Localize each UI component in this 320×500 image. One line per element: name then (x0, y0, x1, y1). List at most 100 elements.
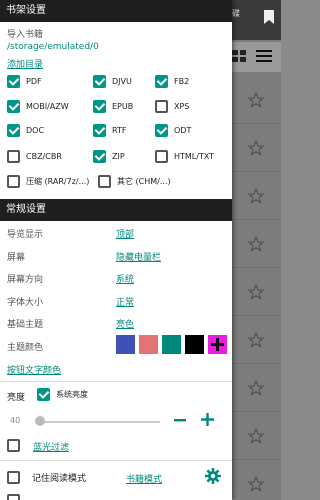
format-checkbox[interactable]: 其它 (CHM/...) (98, 175, 171, 188)
color-swatch-indigo[interactable] (116, 335, 135, 354)
star-icon (248, 332, 264, 348)
format-label: MOBI/AZW (26, 102, 69, 111)
checkbox-unchecked-icon (7, 494, 20, 500)
checkbox-checked-icon (93, 75, 106, 88)
blue-filter-checkbox[interactable] (7, 439, 20, 452)
format-checkbox[interactable]: DOC (7, 124, 44, 137)
format-checkbox[interactable]: MOBI/AZW (7, 100, 69, 113)
brightness-label: 亮度 (7, 393, 26, 403)
setting-row-label: 基础主题 (7, 320, 44, 330)
bookmark-icon (264, 10, 274, 24)
system-brightness-checkbox[interactable]: 系统亮度 (37, 388, 88, 401)
format-checkbox[interactable]: EPUB (93, 100, 133, 113)
checkbox-unchecked-icon (98, 175, 111, 188)
format-checkbox[interactable]: 压缩 (RAR/7z/...) (7, 175, 89, 188)
star-icon (248, 476, 264, 492)
format-label: RTF (112, 126, 127, 135)
divider (0, 381, 232, 382)
settings-panel: 书架设置 导入书籍 /storage/emulated/0 添加目录 PDF DJ… (0, 0, 232, 500)
setting-row-label: 字体大小 (7, 297, 44, 308)
format-checkbox[interactable]: ODT (155, 124, 191, 137)
checkbox-checked-icon (37, 388, 50, 401)
format-checkbox[interactable]: PDF (7, 75, 42, 88)
format-label: 其它 (CHM/...) (117, 177, 171, 186)
setting-row-value[interactable]: 隐藏电量栏 (116, 250, 161, 263)
format-label: 压缩 (RAR/7z/...) (26, 177, 90, 186)
setting-row-label: 导览显示 (7, 230, 44, 240)
checkbox-checked-icon (155, 124, 168, 137)
checkbox-checked-icon (155, 75, 168, 88)
list-menu-icon (256, 50, 272, 62)
checkbox-checked-icon (93, 124, 106, 137)
format-label: CBZ/CBR (26, 152, 62, 161)
format-label: XPS (174, 102, 190, 111)
general-settings-header: 常规设置 (0, 199, 232, 221)
minus-icon[interactable] (174, 418, 186, 422)
theme-color-label: 主题颜色 (7, 343, 44, 353)
star-icon (248, 188, 264, 204)
format-checkbox[interactable]: ZIP (93, 150, 125, 163)
setting-row-value[interactable]: 顶部 (116, 227, 134, 240)
star-icon (248, 92, 264, 108)
plus-brightness-icon[interactable] (201, 413, 214, 426)
grid-view-icon (232, 50, 246, 62)
checkbox-unchecked-icon (7, 150, 20, 163)
format-checkbox[interactable]: XPS (155, 100, 189, 113)
format-checkbox[interactable]: CBZ/CBR (7, 150, 62, 163)
format-checkbox[interactable]: FB2 (155, 75, 189, 88)
checkbox-unchecked-icon (155, 150, 168, 163)
color-swatch-black[interactable] (185, 335, 204, 354)
checkbox-checked-icon (7, 75, 20, 88)
brightness-slider-track[interactable] (40, 421, 160, 423)
star-icon (248, 236, 264, 252)
format-label: ODT (174, 126, 192, 135)
book-mode-link[interactable]: 书籍模式 (126, 472, 162, 485)
format-label: PDF (26, 77, 42, 86)
brightness-value: 40 (10, 416, 21, 425)
star-icon (248, 380, 264, 396)
format-checkbox[interactable]: RTF (93, 124, 126, 137)
format-label: ZIP (112, 152, 125, 161)
color-swatch-red[interactable] (139, 335, 158, 354)
setting-row-value[interactable]: 亮色 (116, 317, 134, 330)
star-icon (248, 284, 264, 300)
shelf-settings-header: 书架设置 (0, 0, 232, 22)
format-checkbox[interactable]: HTML/TXT (155, 150, 214, 163)
gear-icon[interactable] (205, 468, 221, 484)
divider (0, 460, 232, 461)
checkbox-checked-icon (93, 100, 106, 113)
remember-mode-label: 记住阅读模式 (32, 474, 87, 484)
plus-icon (211, 338, 224, 351)
checkbox-unchecked-icon (7, 439, 20, 452)
checkbox-unchecked-icon (7, 471, 20, 484)
remember-mode-checkbox[interactable]: 记住阅读模式 (7, 471, 86, 484)
checkbox-checked-icon (93, 150, 106, 163)
format-label: DOC (26, 126, 45, 135)
setting-row-value[interactable]: 正常 (116, 295, 134, 308)
checkbox-checked-icon (7, 100, 20, 113)
add-color-button[interactable] (208, 335, 227, 354)
system-brightness-label: 系统亮度 (56, 390, 88, 399)
format-label: FB2 (174, 77, 190, 86)
format-label: DJVU (112, 77, 132, 86)
blue-filter-link[interactable]: 蓝光过滤 (33, 440, 69, 453)
checkbox-unchecked-icon (7, 175, 20, 188)
checkbox-unchecked-icon (155, 100, 168, 113)
color-swatch-teal[interactable] (162, 335, 181, 354)
setting-row-value[interactable]: 系统 (116, 272, 134, 285)
star-icon (248, 428, 264, 444)
add-directory-link[interactable]: 添加目录 (7, 57, 43, 70)
format-label: HTML/TXT (174, 152, 215, 161)
button-text-color-link[interactable]: 按钮文字颜色 (7, 363, 61, 376)
background-tab-label: 碟 (232, 9, 240, 18)
format-label: EPUB (112, 102, 134, 111)
next-option-checkbox[interactable] (7, 494, 20, 500)
format-checkbox[interactable]: DJVU (93, 75, 132, 88)
import-books-label: 导入书籍 (7, 30, 44, 40)
storage-path-link[interactable]: /storage/emulated/0 (7, 42, 99, 52)
setting-row-label: 屏幕方向 (7, 275, 44, 285)
setting-row-label: 屏幕 (7, 252, 26, 263)
star-icon (248, 140, 264, 156)
checkbox-checked-icon (7, 124, 20, 137)
brightness-slider-thumb[interactable] (35, 416, 45, 426)
